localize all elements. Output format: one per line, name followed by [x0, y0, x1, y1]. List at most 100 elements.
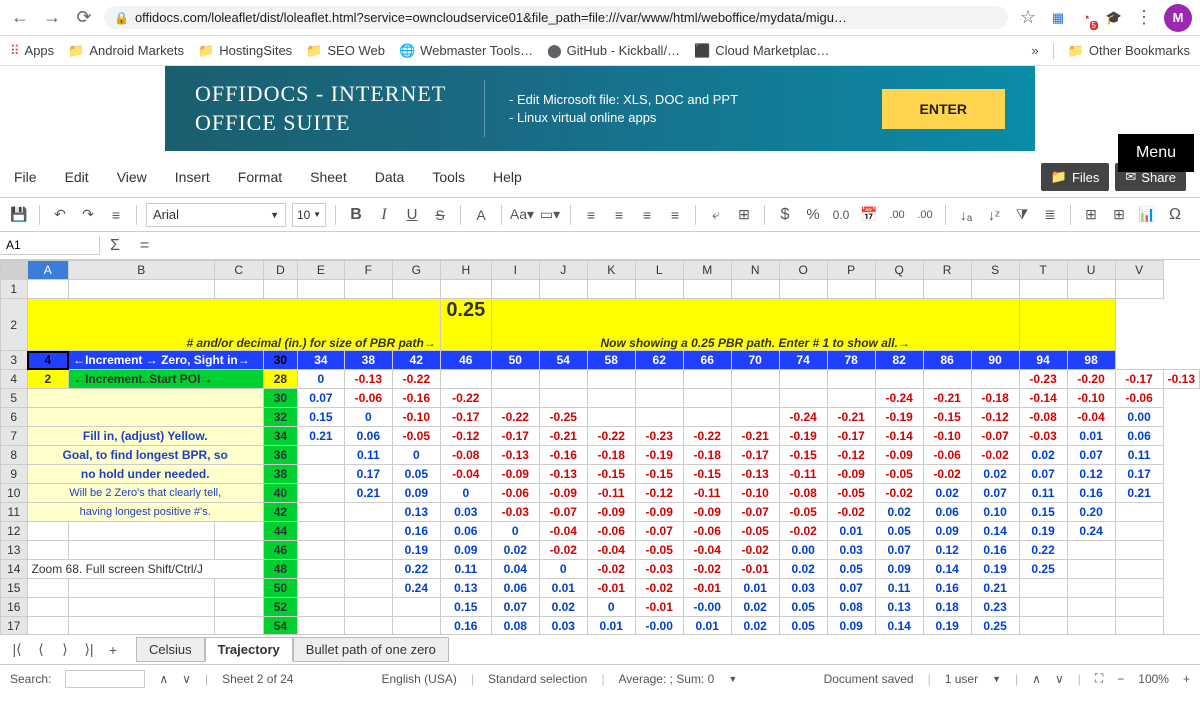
menu-insert[interactable]: Insert	[175, 169, 210, 185]
cell[interactable]: 0.13	[875, 598, 923, 617]
cell[interactable]: -0.05	[392, 427, 440, 446]
cell[interactable]: 0.07	[1067, 446, 1115, 465]
cell[interactable]: -0.07	[539, 503, 587, 522]
cell[interactable]	[263, 280, 297, 299]
cell[interactable]	[1019, 280, 1067, 299]
bookmark-item[interactable]: 📁SEO Web	[306, 43, 385, 59]
cell[interactable]: 0.16	[1067, 484, 1115, 503]
cell[interactable]	[297, 503, 344, 522]
cell[interactable]	[635, 280, 683, 299]
cell-a3[interactable]: 4	[27, 351, 69, 370]
cell[interactable]: 32	[263, 408, 297, 427]
cell[interactable]: 0.09	[827, 617, 875, 635]
cell[interactable]: 44	[263, 522, 297, 541]
indent-icon[interactable]: ≡	[105, 204, 127, 226]
cell[interactable]	[27, 389, 263, 408]
wrap-icon[interactable]: ⤶	[705, 204, 727, 226]
tab-last-icon[interactable]: ⟩|	[78, 641, 100, 658]
cell[interactable]: -0.00	[683, 598, 731, 617]
redo-icon[interactable]: ↷	[77, 204, 99, 226]
cell[interactable]	[683, 408, 731, 427]
cell[interactable]	[344, 560, 392, 579]
cell[interactable]: 38	[263, 465, 297, 484]
format-icon[interactable]: ≣	[1039, 204, 1061, 226]
cell[interactable]	[69, 522, 214, 541]
cell[interactable]: -0.04	[539, 522, 587, 541]
dropdown-icon[interactable]: ▼	[992, 674, 1001, 684]
cell[interactable]: 34	[297, 351, 344, 370]
menu-view[interactable]: View	[117, 169, 147, 185]
cell[interactable]: Now showing a 0.25 PBR path. Enter # 1 t…	[491, 299, 1019, 351]
cell[interactable]: -0.02	[875, 484, 923, 503]
bookmarks-overflow-icon[interactable]: »	[1031, 43, 1038, 58]
cell[interactable]: -0.15	[779, 446, 827, 465]
col-header[interactable]: E	[297, 261, 344, 280]
menu-format[interactable]: Format	[238, 169, 282, 185]
cell[interactable]: 0.07	[491, 598, 539, 617]
currency-icon[interactable]: $	[774, 204, 796, 226]
cell[interactable]: 0.02	[539, 598, 587, 617]
cell[interactable]: -0.06	[1115, 389, 1163, 408]
cell[interactable]: 62	[635, 351, 683, 370]
cell[interactable]: 0.25	[971, 617, 1019, 635]
cell[interactable]: 0.19	[923, 617, 971, 635]
extension-icon-3[interactable]: 🎓	[1104, 8, 1124, 28]
cell[interactable]	[1019, 299, 1115, 351]
cell[interactable]: -0.15	[587, 465, 635, 484]
cell[interactable]	[297, 280, 344, 299]
cell[interactable]	[923, 280, 971, 299]
cell[interactable]: -0.05	[827, 484, 875, 503]
row-header[interactable]: 14	[1, 560, 28, 579]
cell[interactable]: 0.11	[1019, 484, 1067, 503]
cell[interactable]	[875, 370, 923, 389]
cell[interactable]: 0.02	[731, 598, 779, 617]
pbr-size-cell[interactable]: 0.25	[440, 299, 491, 351]
cell[interactable]: 0	[587, 598, 635, 617]
cell[interactable]: 74	[779, 351, 827, 370]
chart-icon[interactable]: 📊	[1136, 204, 1158, 226]
next-icon[interactable]: ∨	[1055, 672, 1064, 686]
cell[interactable]: -0.21	[731, 427, 779, 446]
merge-icon[interactable]: ⊞	[733, 204, 755, 226]
cell[interactable]: -0.19	[875, 408, 923, 427]
cell[interactable]: 0.08	[827, 598, 875, 617]
menu-sheet[interactable]: Sheet	[310, 169, 347, 185]
strike-icon[interactable]: S	[429, 204, 451, 226]
cell[interactable]: -0.18	[971, 389, 1019, 408]
cell[interactable]: -0.05	[731, 522, 779, 541]
cell[interactable]: -0.03	[635, 560, 683, 579]
cell[interactable]	[683, 389, 731, 408]
row-header[interactable]: 3	[1, 351, 28, 370]
cell[interactable]: 66	[683, 351, 731, 370]
cell[interactable]: 0.19	[971, 560, 1019, 579]
cell[interactable]: -0.14	[1019, 389, 1067, 408]
cell[interactable]	[344, 503, 392, 522]
cell[interactable]: 30	[263, 389, 297, 408]
cell[interactable]: -0.14	[875, 427, 923, 446]
cell[interactable]: 0.20	[1067, 503, 1115, 522]
cell[interactable]	[875, 280, 923, 299]
cell[interactable]: 0.06	[491, 579, 539, 598]
cell[interactable]	[1115, 503, 1163, 522]
cell[interactable]: 0.11	[1115, 446, 1163, 465]
cell[interactable]	[587, 280, 635, 299]
cell[interactable]: 0.07	[827, 579, 875, 598]
cell[interactable]: -0.16	[392, 389, 440, 408]
select-all-corner[interactable]	[1, 261, 28, 280]
menu-button[interactable]: Menu	[1118, 134, 1194, 172]
cell[interactable]: 0.04	[491, 560, 539, 579]
cell[interactable]: -0.17	[440, 408, 491, 427]
cell[interactable]	[635, 370, 683, 389]
cell[interactable]: 0	[491, 522, 539, 541]
col-header[interactable]: Q	[875, 261, 923, 280]
cell[interactable]: 0.02	[875, 503, 923, 522]
cell[interactable]	[297, 465, 344, 484]
cell[interactable]	[297, 484, 344, 503]
instruction-cell[interactable]: Fill in, (adjust) Yellow.	[27, 427, 263, 446]
cell[interactable]: -0.21	[827, 408, 875, 427]
cell[interactable]	[27, 579, 69, 598]
cell[interactable]: 0.06	[1115, 427, 1163, 446]
tab-next-icon[interactable]: ⟩	[54, 641, 76, 658]
cell[interactable]: 0.14	[923, 560, 971, 579]
cell[interactable]	[1115, 541, 1163, 560]
